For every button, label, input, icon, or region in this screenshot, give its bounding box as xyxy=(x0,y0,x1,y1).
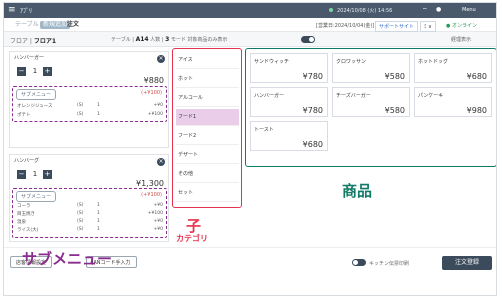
submenu-button[interactable]: サブメニュー xyxy=(16,89,57,100)
product-card[interactable]: サンドウィッチ ¥780 xyxy=(250,53,328,83)
quantity: 1 xyxy=(32,170,38,178)
table-info: テーブル | A14 人数 | 3 モード 対象商品のみ表示 xyxy=(111,36,228,43)
menu-icon[interactable]: ≡ xyxy=(8,5,16,15)
annotation-submenu: サブメニュー xyxy=(22,250,113,268)
kitchen-print-toggle[interactable] xyxy=(352,259,366,266)
sub-bar: テーブル 新規追加 注文 [営業日:2024/10/04(金)] サポートサイト… xyxy=(4,18,496,32)
device-select[interactable]: ﾐ ∨ xyxy=(420,21,436,32)
page-title: 注文 xyxy=(67,21,80,28)
online-status: ● オンライン xyxy=(446,23,477,29)
category-item[interactable]: デザート xyxy=(176,147,239,164)
submenu-row: コーラ (S) 1 +¥0 xyxy=(17,203,163,209)
product-card[interactable]: パンケーキ ¥980 xyxy=(414,87,492,117)
kitchen-print-label: キッチン伝票印刷 xyxy=(369,261,410,267)
extra-option[interactable]: 経理表示 xyxy=(451,36,471,43)
submenu-row: ポテト (S) 1 +¥100 xyxy=(17,112,163,118)
annotation-category: カテゴリ xyxy=(176,234,208,243)
order-item[interactable]: ハンバーグ × − 1 + ¥1,300 サブメニュー (+¥100) コーラ(… xyxy=(9,154,169,242)
submenu-button[interactable]: サブメニュー xyxy=(16,191,57,202)
remove-icon[interactable]: × xyxy=(157,55,165,63)
product-card[interactable]: チーズバーガー ¥580 xyxy=(332,87,410,117)
category-item[interactable]: セット xyxy=(176,185,239,202)
product-card[interactable]: トースト ¥680 xyxy=(250,121,328,151)
category-item[interactable]: その他 xyxy=(176,166,239,183)
top-bar: ≡ ｱﾌﾟﾘ 2024/10/08 (火) 14:56 ⌔ ● Menu xyxy=(4,3,496,18)
category-item[interactable]: ホット xyxy=(176,71,239,88)
floor-label[interactable]: フロア | フロア1 xyxy=(10,36,56,45)
breadcrumb-tables[interactable]: テーブル xyxy=(12,21,42,29)
submenu-row: オレンジジュース (S) 1 +¥0 xyxy=(17,103,163,109)
decrease-button[interactable]: − xyxy=(17,67,26,76)
mode-toggle[interactable] xyxy=(301,36,315,43)
order-item-name: ハンバーガー xyxy=(14,55,45,61)
submenu-box: サブメニュー (+¥100) コーラ (S) 1 +¥0 目玉焼き (S) 1 +¥100 … xyxy=(12,188,167,238)
filter-bar: フロア | フロア1 テーブル | A14 人数 | 3 モード 対象商品のみ表… xyxy=(4,32,496,47)
decrease-button[interactable]: − xyxy=(17,170,26,179)
order-item-price: ¥1,300 xyxy=(136,179,164,188)
annotation-products: 商品 xyxy=(342,182,373,200)
clock: 2024/10/08 (火) 14:56 xyxy=(337,8,393,14)
category-item[interactable]: アイス xyxy=(176,52,239,69)
menu-label[interactable]: Menu xyxy=(462,7,476,13)
remove-icon[interactable]: × xyxy=(157,158,165,166)
category-item[interactable]: フード2 xyxy=(176,128,239,145)
sales-date: [営業日:2024/10/04(金)] xyxy=(316,23,375,29)
product-grid: サンドウィッチ ¥780 クロワッサン ¥580 ホットドッグ ¥680 ハンバーガー… xyxy=(245,48,496,167)
user-icon[interactable]: ● xyxy=(436,6,441,13)
submenu-row: ライス(大) (S) 1 +¥0 xyxy=(17,227,163,233)
category-item-active[interactable]: フード1 xyxy=(176,109,239,126)
support-site-link[interactable]: サポートサイト xyxy=(375,21,419,32)
category-item[interactable]: アルコール xyxy=(176,90,239,107)
order-item-name: ハンバーグ xyxy=(14,158,40,164)
submenu-add-price: (+¥100) xyxy=(141,192,162,198)
submenu-row: 温泉 (S) 1 +¥0 xyxy=(17,219,163,225)
product-card[interactable]: ハンバーガー ¥780 xyxy=(250,87,328,117)
product-card[interactable]: ホットドッグ ¥680 xyxy=(414,53,492,83)
quantity: 1 xyxy=(32,67,38,75)
increase-button[interactable]: + xyxy=(43,170,52,179)
product-card[interactable]: クロワッサン ¥580 xyxy=(332,53,410,83)
app-name: ｱﾌﾟﾘ xyxy=(20,8,33,15)
submenu-box: サブメニュー (+¥100) オレンジジュース (S) 1 +¥0 ポテト (S) 1 +¥… xyxy=(12,86,167,122)
order-item-price: ¥880 xyxy=(143,76,164,85)
submenu-row: 目玉焼き (S) 1 +¥100 xyxy=(17,211,163,217)
register-order-button[interactable]: 注文登録 xyxy=(442,256,492,270)
wifi-icon: ⌔ xyxy=(422,7,428,14)
increase-button[interactable]: + xyxy=(43,67,52,76)
status-dot-icon xyxy=(329,8,333,12)
submenu-add-price: (+¥100) xyxy=(141,90,162,96)
category-column: アイス ホット アルコール フード1 フード2 デザート その他 セット xyxy=(172,48,242,208)
order-item[interactable]: ハンバーガー × − 1 + ¥880 サブメニュー (+¥100) オレンジジ… xyxy=(9,51,169,148)
